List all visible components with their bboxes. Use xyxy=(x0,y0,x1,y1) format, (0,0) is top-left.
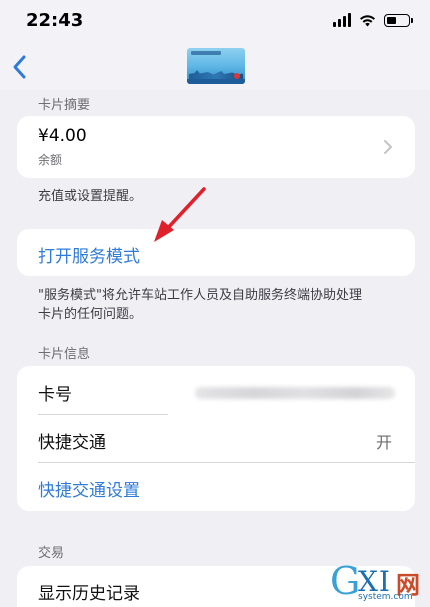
service-mode-group: 打开服务模式 xyxy=(17,229,415,276)
express-transit-label: 快捷交通 xyxy=(38,433,106,453)
card-info-section-title: 卡片信息 xyxy=(38,347,91,362)
balance-label: 余额 xyxy=(38,153,63,167)
card-number-label: 卡号 xyxy=(38,385,72,405)
express-transit-settings-link[interactable]: 快捷交通设置 xyxy=(38,476,140,501)
wifi-icon xyxy=(360,14,375,26)
status-icons xyxy=(333,13,413,27)
card-info-group: 卡号 快捷交通 开 快捷交通设置 xyxy=(17,366,415,511)
watermark-url: system.com xyxy=(358,592,413,602)
show-history-row[interactable]: 显示历史记录 xyxy=(38,579,140,604)
service-mode-footnote: "服务模式"将允许车站工作人员及自助服务终端协助处理 卡片的任何问题。 xyxy=(38,286,362,324)
service-mode-footnote-line1: "服务模式"将允许车站工作人员及自助服务终端协助处理 xyxy=(38,288,362,303)
status-time: 22:43 xyxy=(26,10,84,31)
red-arrow-annotation xyxy=(154,187,206,242)
balance-row[interactable]: ¥4.00 余额 xyxy=(17,116,415,178)
back-chevron-icon[interactable] xyxy=(8,52,32,82)
balance-footnote: 充值或设置提醒。 xyxy=(38,189,143,204)
chevron-right-icon xyxy=(384,140,392,154)
transit-card-image xyxy=(187,48,245,84)
open-service-mode-link[interactable]: 打开服务模式 xyxy=(38,242,140,267)
watermark-g: G xyxy=(330,559,361,603)
balance-value: ¥4.00 xyxy=(38,126,87,146)
service-mode-footnote-line2: 卡片的任何问题。 xyxy=(38,307,143,322)
card-summary-section-title: 卡片摘要 xyxy=(38,98,91,113)
status-bar: 22:43 xyxy=(0,0,430,44)
site-watermark-logo: G XI 网 system.com xyxy=(330,561,428,605)
battery-icon xyxy=(384,13,413,27)
row-divider xyxy=(38,414,168,415)
express-transit-value: 开 xyxy=(375,433,392,452)
card-number-redacted xyxy=(195,387,395,399)
transactions-section-title: 交易 xyxy=(38,546,65,561)
row-divider xyxy=(38,462,415,463)
cellular-signal-icon xyxy=(333,13,351,27)
